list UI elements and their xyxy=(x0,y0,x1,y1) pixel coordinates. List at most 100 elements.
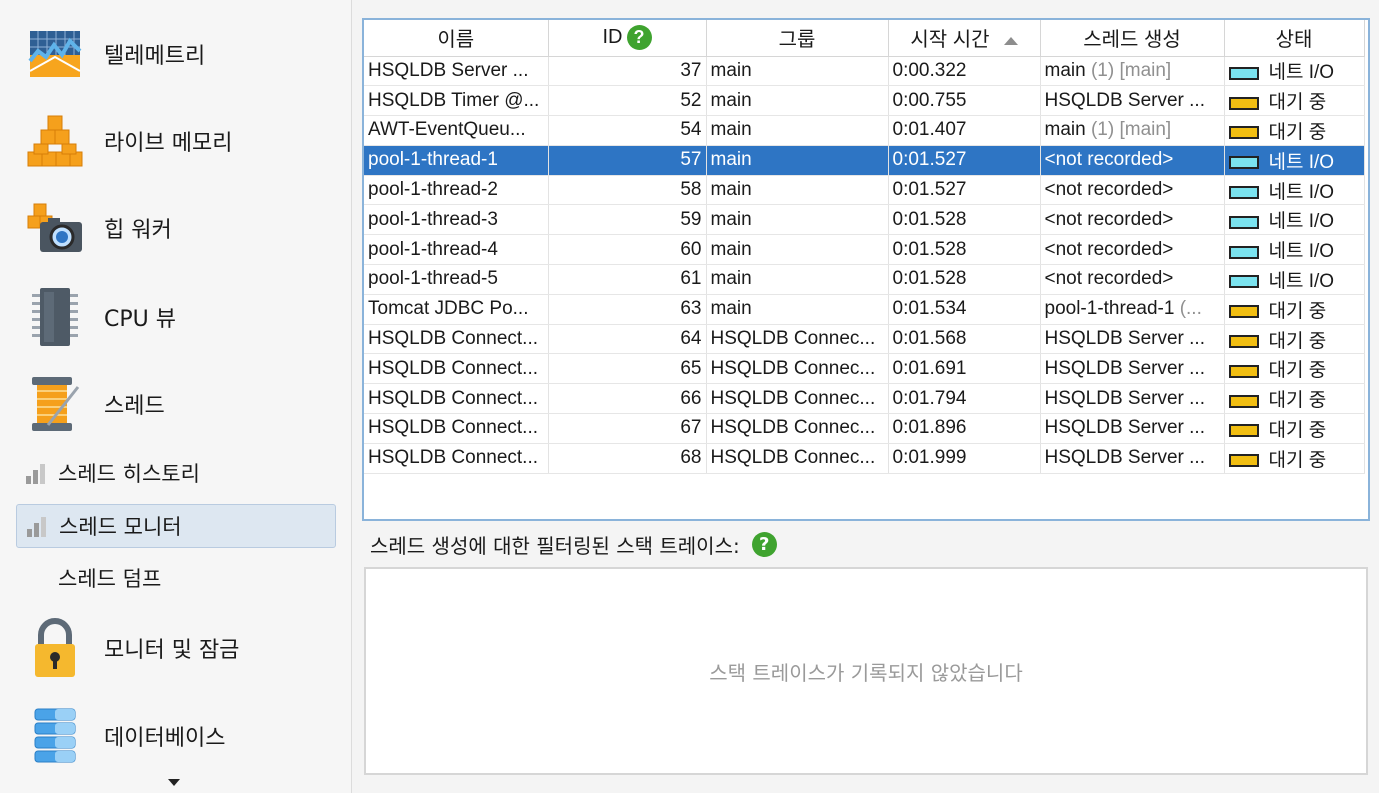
cell-name: AWT-EventQueu... xyxy=(364,115,549,146)
cell-start-time: 0:01.527 xyxy=(888,145,1041,176)
sidebar-item-label: 데이터베이스 xyxy=(104,726,226,751)
state-label: 대기 중 xyxy=(1268,419,1327,441)
column-header-name[interactable]: 이름 xyxy=(364,20,549,57)
cell-creator: HSQLDB Server ... xyxy=(1040,413,1225,444)
table-row[interactable]: HSQLDB Server ... 37 main 0:00.322 main (1) … xyxy=(364,56,1365,87)
cell-name: Tomcat JDBC Po... xyxy=(364,294,549,325)
table-row[interactable]: HSQLDB Connect... 65 HSQLDB Connec... 0:01.… xyxy=(364,353,1365,385)
creator-name: <not recorded> xyxy=(1044,179,1174,201)
creator-detail: (... xyxy=(1174,298,1202,320)
table-body: HSQLDB Server ... 37 main 0:00.322 main (1) … xyxy=(364,56,1365,474)
sidebar-item-databases[interactable]: 데이터베이스 xyxy=(26,701,336,771)
table-row[interactable]: HSQLDB Connect... 64 HSQLDB Connec... 0:01.… xyxy=(364,324,1365,355)
cell-creator: HSQLDB Server ... xyxy=(1040,443,1225,474)
state-label: 대기 중 xyxy=(1268,121,1327,143)
cell-id: 63 xyxy=(548,294,707,325)
cell-name: pool-1-thread-5 xyxy=(364,264,549,295)
creator-name: <not recorded> xyxy=(1044,208,1174,230)
table-row[interactable]: pool-1-thread-5 61 main 0:01.528 <not record… xyxy=(364,264,1365,295)
table-row[interactable]: pool-1-thread-2 58 main 0:01.527 <not record… xyxy=(364,175,1365,206)
scroll-down-icon[interactable] xyxy=(168,779,180,786)
live-memory-icon xyxy=(26,110,84,172)
cell-creator: HSQLDB Server ... xyxy=(1040,383,1225,415)
cell-start-time: 0:01.691 xyxy=(888,353,1041,385)
cell-name: HSQLDB Server ... xyxy=(364,56,549,87)
stack-trace-panel[interactable]: 스택 트레이스가 기록되지 않았습니다 xyxy=(364,567,1368,775)
table-row[interactable]: HSQLDB Connect... 66 HSQLDB Connec... 0:01.… xyxy=(364,383,1365,415)
cell-group: HSQLDB Connec... xyxy=(706,383,889,415)
table-row[interactable]: pool-1-thread-1 57 main 0:01.527 <not record… xyxy=(364,145,1365,176)
table-row[interactable]: pool-1-thread-4 60 main 0:01.528 <not record… xyxy=(364,234,1365,266)
cell-group: main xyxy=(706,294,889,325)
creator-name: HSQLDB Server ... xyxy=(1044,328,1206,350)
table-row[interactable]: HSQLDB Connect... 67 HSQLDB Connec... 0:01.… xyxy=(364,413,1365,444)
column-header-creator[interactable]: 스레드 생성 xyxy=(1040,20,1225,57)
cell-state: 대기 중 xyxy=(1224,85,1365,117)
column-header-label: 시작 시간 xyxy=(910,29,990,52)
cell-group: HSQLDB Connec... xyxy=(706,443,889,474)
cell-start-time: 0:01.528 xyxy=(888,264,1041,295)
sidebar-item-live-memory[interactable]: 라이브 메모리 xyxy=(26,106,336,176)
sidebar-item-label: 스레드 모니터 xyxy=(59,515,182,539)
cell-creator: <not recorded> xyxy=(1040,145,1225,176)
padlock-icon xyxy=(26,617,84,679)
cell-group: main xyxy=(706,175,889,206)
sidebar-item-heap-walker[interactable]: 힙 워커 xyxy=(26,193,336,263)
cell-state: 네트 I/O xyxy=(1224,175,1365,206)
waiting-state-icon xyxy=(1228,305,1259,319)
cell-creator: <not recorded> xyxy=(1040,264,1225,295)
sidebar-item-cpu-view[interactable]: CPU 뷰 xyxy=(26,282,336,352)
cell-name: HSQLDB Connect... xyxy=(364,413,549,444)
sidebar-item-thread-history[interactable]: 스레드 히스토리 xyxy=(16,451,336,495)
cell-creator: <not recorded> xyxy=(1040,234,1225,266)
sort-ascending-icon xyxy=(1003,36,1018,45)
sidebar-item-threads[interactable]: 스레드 xyxy=(26,369,336,439)
stack-trace-label-text: 스레드 생성에 대한 필터링된 스택 트레이스: xyxy=(370,534,740,558)
state-label: 네트 I/O xyxy=(1268,62,1335,84)
help-icon[interactable]: ? xyxy=(626,25,652,51)
table-row[interactable]: Tomcat JDBC Po... 63 main 0:01.534 pool-1-th… xyxy=(364,294,1365,325)
empty-trace-message: 스택 트레이스가 기록되지 않았습니다 xyxy=(709,660,1023,685)
cell-creator: <not recorded> xyxy=(1040,204,1225,236)
thread-table[interactable]: 이름 ID? 그룹 시작 시간 스레드 생성 상태 HSQLDB Server … xyxy=(362,18,1370,521)
stack-trace-label: 스레드 생성에 대한 필터링된 스택 트레이스: ? xyxy=(370,530,777,559)
column-header-group[interactable]: 그룹 xyxy=(706,20,889,57)
sidebar-item-telemetry[interactable]: 텔레메트리 xyxy=(26,19,336,89)
cell-name: HSQLDB Connect... xyxy=(364,353,549,385)
cell-id: 66 xyxy=(548,383,707,415)
cell-name: HSQLDB Timer @... xyxy=(364,85,549,117)
table-row[interactable]: HSQLDB Connect... 68 HSQLDB Connec... 0:01.… xyxy=(364,443,1365,474)
table-row[interactable]: HSQLDB Timer @... 52 main 0:00.755 HSQLDB Se… xyxy=(364,85,1365,117)
column-header-id[interactable]: ID? xyxy=(548,20,707,57)
cell-creator: pool-1-thread-1 (... xyxy=(1040,294,1225,325)
table-row[interactable]: AWT-EventQueu... 54 main 0:01.407 main (1) [… xyxy=(364,115,1365,146)
cell-state: 대기 중 xyxy=(1224,324,1365,355)
cell-state: 네트 I/O xyxy=(1224,145,1365,176)
cell-id: 57 xyxy=(548,145,707,176)
cell-creator: main (1) [main] xyxy=(1040,115,1225,146)
creator-name: <not recorded> xyxy=(1044,149,1174,171)
bar-chart-icon xyxy=(26,462,48,484)
cell-state: 네트 I/O xyxy=(1224,264,1365,295)
cell-name: pool-1-thread-3 xyxy=(364,204,549,236)
sidebar-item-thread-dump[interactable]: 스레드 덤프 xyxy=(16,556,336,600)
cell-state: 대기 중 xyxy=(1224,413,1365,444)
waiting-state-icon xyxy=(1228,126,1259,140)
help-icon[interactable]: ? xyxy=(751,532,777,557)
cell-id: 65 xyxy=(548,353,707,385)
column-header-state[interactable]: 상태 xyxy=(1224,20,1365,57)
cell-start-time: 0:01.407 xyxy=(888,115,1041,146)
cell-start-time: 0:01.794 xyxy=(888,383,1041,415)
cell-creator: main (1) [main] xyxy=(1040,56,1225,87)
cpu-chip-icon xyxy=(26,286,84,348)
heap-walker-icon xyxy=(26,197,84,259)
cell-id: 68 xyxy=(548,443,707,474)
column-header-start-time[interactable]: 시작 시간 xyxy=(888,20,1041,57)
creator-name: HSQLDB Server ... xyxy=(1044,447,1206,469)
sidebar-item-monitors-locks[interactable]: 모니터 및 잠금 xyxy=(26,613,336,683)
creator-name: pool-1-thread-1 xyxy=(1044,298,1175,320)
sidebar-item-thread-monitor[interactable]: 스레드 모니터 xyxy=(16,504,336,548)
creator-name: main xyxy=(1044,59,1086,81)
table-row[interactable]: pool-1-thread-3 59 main 0:01.528 <not record… xyxy=(364,204,1365,236)
net-io-state-icon xyxy=(1228,245,1259,259)
